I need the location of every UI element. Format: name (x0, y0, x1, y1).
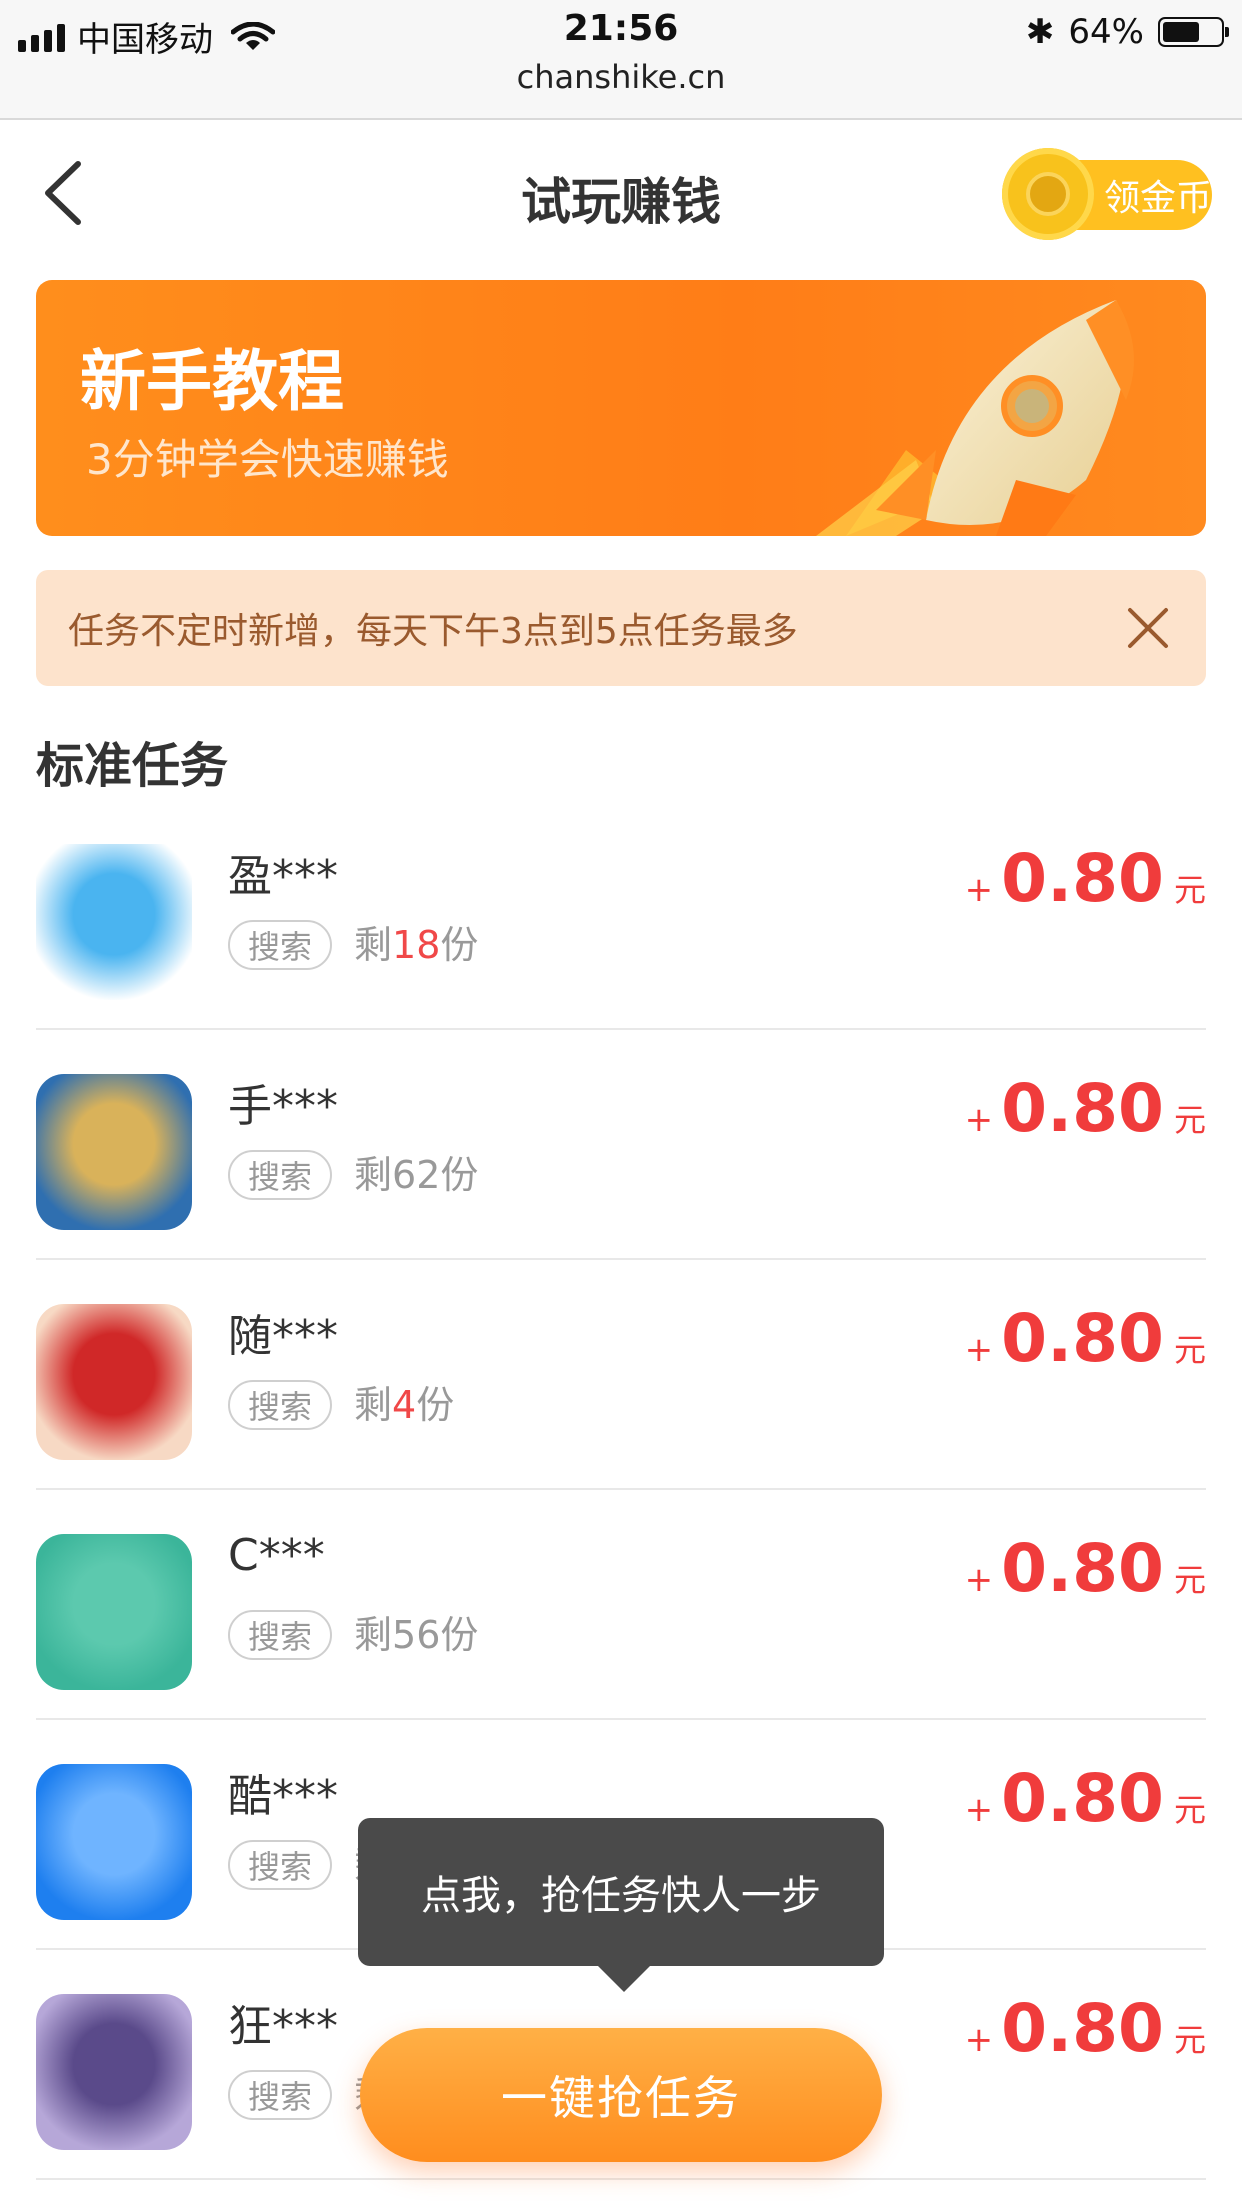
remaining-count: 62 (392, 1153, 441, 1197)
reward-unit: 元 (1173, 1101, 1206, 1139)
reward-amount: 0.80 (1001, 1300, 1164, 1377)
remaining-prefix: 剩 (354, 1383, 393, 1427)
reward-plus: + (964, 2020, 994, 2060)
remaining-suffix: 份 (440, 1153, 479, 1197)
task-reward: + 0.80 元 (965, 840, 1206, 917)
remaining-count: 18 (392, 923, 441, 967)
banner-subtitle: 3分钟学会快速赚钱 (86, 435, 449, 484)
task-tag: 搜索 (228, 1150, 333, 1200)
task-row[interactable]: 盈*** 搜索 剩18份 + 0.80 元 (36, 800, 1206, 1030)
task-tag: 搜索 (228, 920, 333, 970)
reward-unit: 元 (1173, 1791, 1206, 1829)
reward-amount: 0.80 (1001, 840, 1164, 917)
remaining-suffix: 份 (440, 923, 479, 967)
close-icon[interactable] (1126, 606, 1170, 650)
task-remaining: 剩18份 (354, 920, 478, 970)
task-remaining: 剩56份 (354, 1610, 478, 1660)
coin-icon (1002, 148, 1094, 240)
task-name: 随*** (228, 1311, 338, 1362)
remaining-count: 56 (392, 1613, 441, 1657)
app-icon (36, 1074, 192, 1230)
task-reward: + 0.80 元 (965, 1760, 1206, 1837)
battery-fill (1163, 22, 1199, 42)
task-tag: 搜索 (228, 1380, 333, 1430)
collect-coin-button[interactable]: 领金币 (1002, 148, 1213, 240)
tutorial-banner[interactable]: 新手教程 3分钟学会快速赚钱 (36, 280, 1206, 536)
task-tag: 搜索 (228, 1840, 333, 1890)
battery-percent: 64% (1068, 12, 1144, 52)
task-reward: + 0.80 元 (965, 1530, 1206, 1607)
app-icon (36, 1994, 192, 2150)
reward-amount: 0.80 (1001, 1990, 1164, 2067)
remaining-count: 4 (392, 1383, 417, 1427)
reward-amount: 0.80 (1001, 1070, 1164, 1147)
reward-plus: + (964, 1560, 994, 1600)
reward-unit: 元 (1173, 2021, 1206, 2059)
remaining-suffix: 份 (416, 1383, 455, 1427)
tooltip: 点我，抢任务快人一步 (358, 1818, 884, 1992)
task-row[interactable]: C*** 搜索 剩56份 + 0.80 元 (36, 1490, 1206, 1720)
app-icon (36, 1304, 192, 1460)
coin-button-label: 领金币 (1104, 178, 1213, 219)
task-remaining: 剩62份 (354, 1150, 478, 1200)
reward-plus: + (964, 870, 994, 910)
task-name: 手*** (228, 1081, 338, 1132)
remaining-suffix: 份 (440, 1613, 479, 1657)
app-icon (36, 1534, 192, 1690)
notice-bar: 任务不定时新增，每天下午3点到5点任务最多 (36, 570, 1206, 686)
reward-plus: + (964, 1790, 994, 1830)
status-right: ✱ 64% (1025, 12, 1229, 52)
task-reward: + 0.80 元 (965, 1990, 1206, 2067)
url-text[interactable]: chanshike.cn (0, 58, 1242, 96)
remaining-prefix: 剩 (354, 1153, 393, 1197)
reward-amount: 0.80 (1001, 1760, 1164, 1837)
task-name: 狂*** (228, 2001, 338, 2052)
task-name: 盈*** (228, 851, 338, 902)
banner-title: 新手教程 (80, 343, 344, 420)
app-icon (36, 844, 192, 1000)
remaining-prefix: 剩 (354, 1613, 393, 1657)
task-remaining: 剩4份 (354, 1380, 454, 1430)
section-title: 标准任务 (36, 738, 229, 794)
task-name: C*** (228, 1530, 325, 1581)
task-row[interactable]: 手*** 搜索 剩62份 + 0.80 元 (36, 1030, 1206, 1260)
reward-unit: 元 (1173, 871, 1206, 909)
remaining-prefix: 剩 (354, 923, 393, 967)
reward-plus: + (964, 1330, 994, 1370)
reward-unit: 元 (1173, 1561, 1206, 1599)
task-row[interactable]: 随*** 搜索 剩4份 + 0.80 元 (36, 1260, 1206, 1490)
rocket-illustration (816, 300, 1134, 536)
notice-text: 任务不定时新增，每天下午3点到5点任务最多 (68, 611, 798, 652)
task-tag: 搜索 (228, 2070, 333, 2120)
task-reward: + 0.80 元 (965, 1070, 1206, 1147)
task-name: 酷*** (228, 1771, 338, 1822)
page-header: 试玩赚钱 领金币 (0, 120, 1242, 260)
status-bar: 中国移动 21:56 ✱ 64% chanshike.cn (0, 0, 1242, 120)
task-reward: + 0.80 元 (965, 1300, 1206, 1377)
app-icon (36, 1764, 192, 1920)
reward-plus: + (964, 1100, 994, 1140)
grab-task-button[interactable]: 一键抢任务 (360, 2028, 882, 2162)
reward-unit: 元 (1173, 1331, 1206, 1369)
battery-icon (1158, 17, 1229, 47)
reward-amount: 0.80 (1001, 1530, 1164, 1607)
bluetooth-icon: ✱ (1025, 12, 1055, 52)
task-tag: 搜索 (228, 1610, 333, 1660)
